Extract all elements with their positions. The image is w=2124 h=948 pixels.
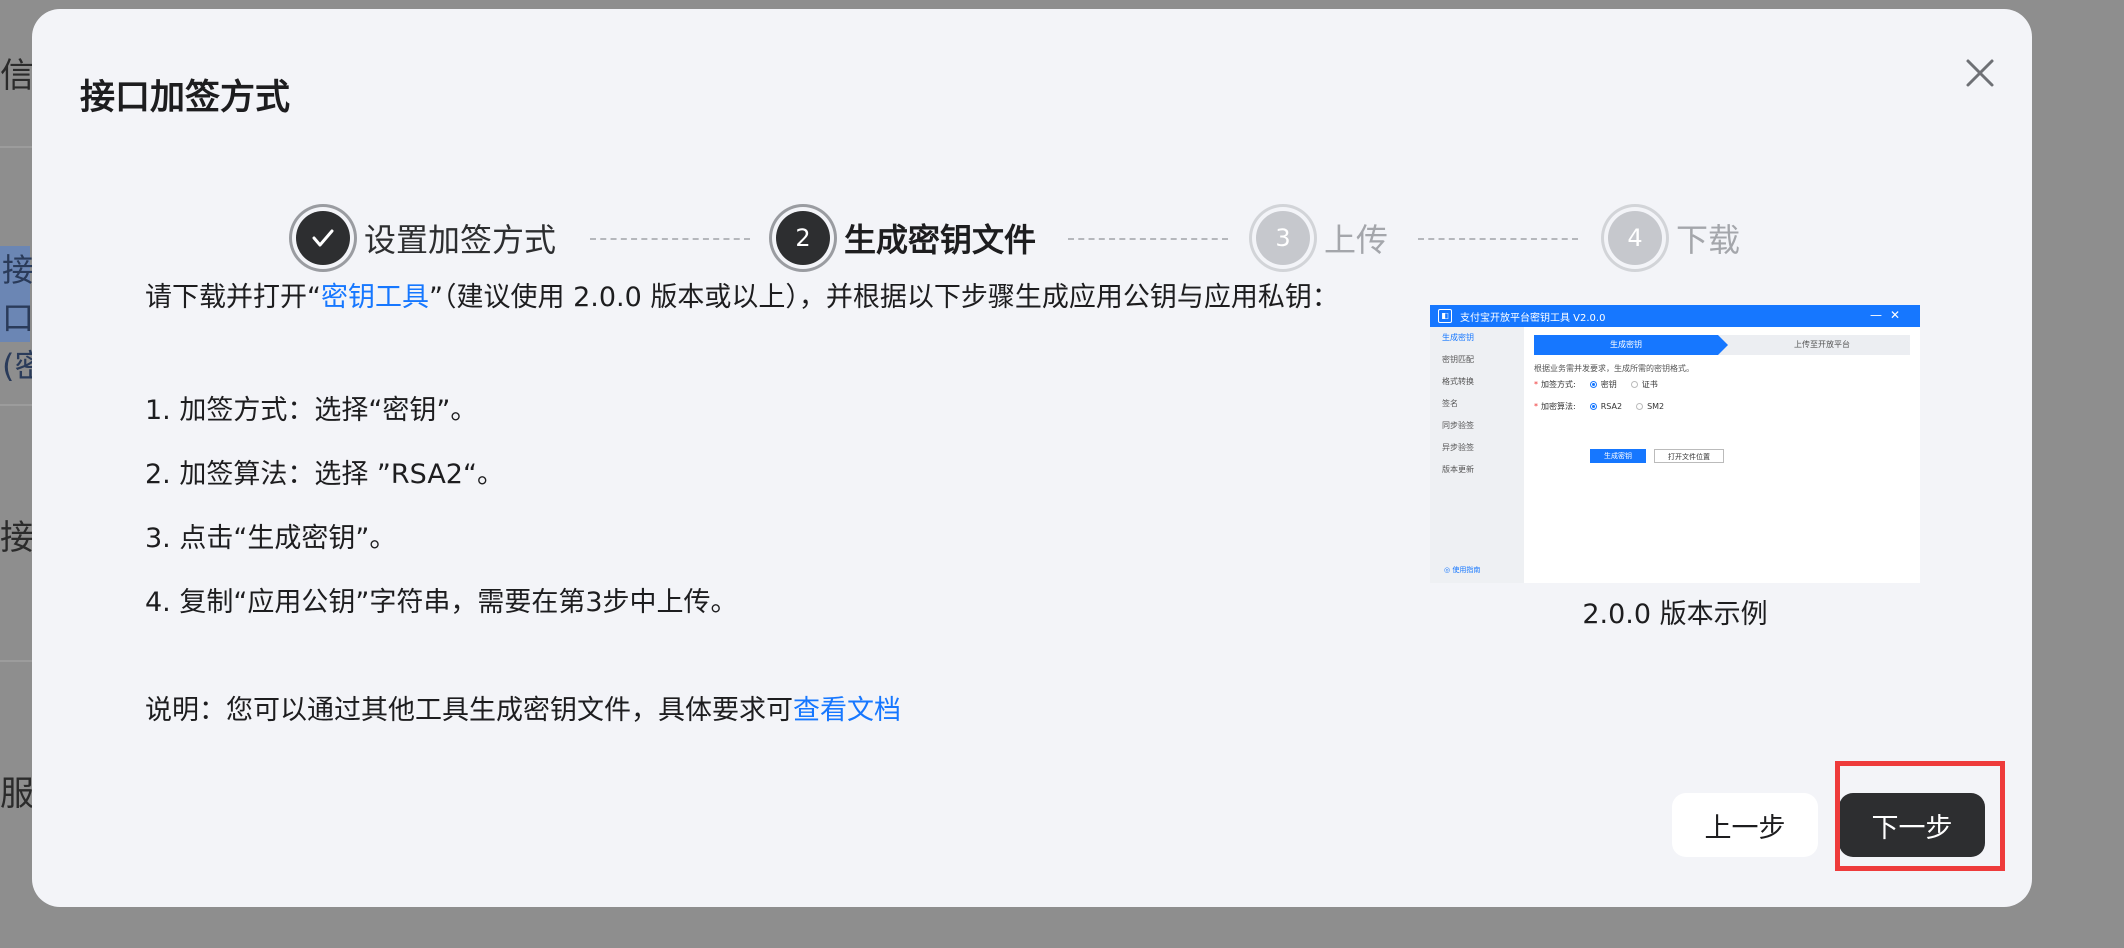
step-number: 4 — [1608, 211, 1662, 265]
preview-sidebar-item: 密钥匹配 — [1442, 355, 1474, 364]
step-label: 生成密钥文件 — [844, 221, 1037, 259]
radio-icon — [1630, 381, 1638, 388]
step-number: 3 — [1256, 211, 1310, 265]
preview-row-algorithm: * 加密算法: RSA2 SM2 — [1534, 402, 1665, 411]
intro-text: 请下载并打开“ — [145, 282, 321, 313]
step-connector — [1068, 238, 1228, 240]
step-connector — [590, 238, 750, 240]
instruction-item: 2. 加签算法：选择 ”RSA2“。 — [145, 459, 504, 490]
app-logo-icon: ◧ — [1438, 309, 1452, 323]
instructions-note: 说明：您可以通过其他工具生成密钥文件，具体要求可查看文档 — [145, 688, 901, 727]
dialog-title: 接口加签方式 — [80, 78, 291, 118]
preview-caption: 2.0.0 版本示例 — [1582, 599, 1768, 630]
preview-row-sign-method: * 加签方式: 密钥 证书 — [1534, 380, 1658, 389]
key-tool-link[interactable]: 密钥工具 — [321, 282, 429, 313]
step-upload: 3 上传 — [1256, 201, 1388, 275]
step-label: 设置加签方式 — [364, 221, 557, 259]
preview-generate-button: 生成密钥 — [1590, 449, 1646, 463]
radio-selected-icon — [1589, 403, 1597, 410]
preview-steps: 生成密钥 上传至开放平台 — [1534, 335, 1910, 355]
preview-sidebar-item: 异步验签 — [1442, 443, 1474, 452]
preview-step: 上传至开放平台 — [1794, 340, 1850, 349]
close-icon — [1966, 59, 1994, 87]
preview-help-link: ◎ 使用指南 — [1444, 566, 1481, 574]
preview-option: RSA2 — [1600, 402, 1623, 411]
radio-selected-icon — [1589, 381, 1597, 388]
preview-option: 密钥 — [1600, 380, 1617, 389]
background-selected-item: 接口 (密 — [0, 246, 47, 385]
close-button[interactable] — [1960, 53, 2000, 93]
preview-sidebar-item: 格式转换 — [1442, 377, 1474, 386]
previous-step-button[interactable]: 上一步 — [1672, 793, 1818, 857]
preview-step: 生成密钥 — [1534, 335, 1728, 355]
background-text-fragment: 接口 — [2, 251, 35, 337]
view-docs-link[interactable]: 查看文档 — [793, 695, 901, 726]
preview-option: 证书 — [1641, 380, 1658, 389]
preview-main: 生成密钥 上传至开放平台 根据业务需并发要求，生成所需的密钥格式。 * 加签方式:… — [1524, 327, 1920, 583]
instruction-item: 1. 加签方式：选择“密钥”。 — [145, 395, 478, 426]
preview-sidebar-item: 签名 — [1442, 399, 1458, 408]
background-text-fragment: (密 — [2, 347, 47, 385]
preview-option: SM2 — [1647, 402, 1665, 411]
step-set-signing-method: 设置加签方式 — [296, 201, 556, 275]
intro-text: ”（建议使用 2.0.0 版本或以上），并根据以下步骤生成应用公钥与应用私钥： — [429, 282, 1339, 313]
note-text: 说明：您可以通过其他工具生成密钥文件，具体要求可 — [145, 695, 793, 726]
step-number: 2 — [776, 211, 830, 265]
instruction-item: 3. 点击“生成密钥”。 — [145, 523, 397, 554]
preview-row-label: 加密算法: — [1541, 402, 1576, 411]
instructions-intro: 请下载并打开“密钥工具”（建议使用 2.0.0 版本或以上），并根据以下步骤生成… — [145, 276, 1405, 320]
step-label: 下载 — [1676, 221, 1741, 259]
instructions: 请下载并打开“密钥工具”（建议使用 2.0.0 版本或以上），并根据以下步骤生成… — [145, 276, 1405, 726]
step-download: 4 下载 — [1608, 201, 1740, 275]
check-icon — [296, 211, 350, 265]
instruction-item: 4. 复制“应用公钥”字符串，需要在第3步中上传。 — [145, 587, 738, 618]
preview-description: 根据业务需并发要求，生成所需的密钥格式。 — [1534, 364, 1694, 373]
preview-help-text: 使用指南 — [1452, 566, 1481, 574]
preview-sidebar-item: 同步验签 — [1442, 421, 1474, 430]
preview-sidebar: 生成密钥 密钥匹配 格式转换 签名 同步验签 异步验签 版本更新 ◎ 使用指南 — [1430, 327, 1524, 583]
preview-open-folder-button: 打开文件位置 — [1654, 449, 1724, 463]
step-connector — [1418, 238, 1578, 240]
preview-row-label: 加签方式: — [1541, 380, 1576, 389]
radio-icon — [1636, 403, 1644, 410]
next-step-button[interactable]: 下一步 — [1839, 793, 1985, 857]
key-tool-preview-image: ◧ 支付宝开放平台密钥工具 V2.0.0 —✕ 生成密钥 密钥匹配 格式转换 签… — [1430, 305, 1920, 583]
preview-window-title: 支付宝开放平台密钥工具 V2.0.0 — [1460, 312, 1606, 324]
preview-sidebar-item: 版本更新 — [1442, 465, 1474, 474]
preview-titlebar: ◧ 支付宝开放平台密钥工具 V2.0.0 —✕ — [1430, 305, 1920, 327]
preview-sidebar-item: 生成密钥 — [1442, 333, 1474, 342]
window-controls-icon: —✕ — [1869, 308, 1908, 322]
step-generate-key-file: 2 生成密钥文件 — [776, 201, 1036, 275]
step-label: 上传 — [1324, 221, 1389, 259]
background-text-fragment: 信 — [0, 56, 34, 96]
